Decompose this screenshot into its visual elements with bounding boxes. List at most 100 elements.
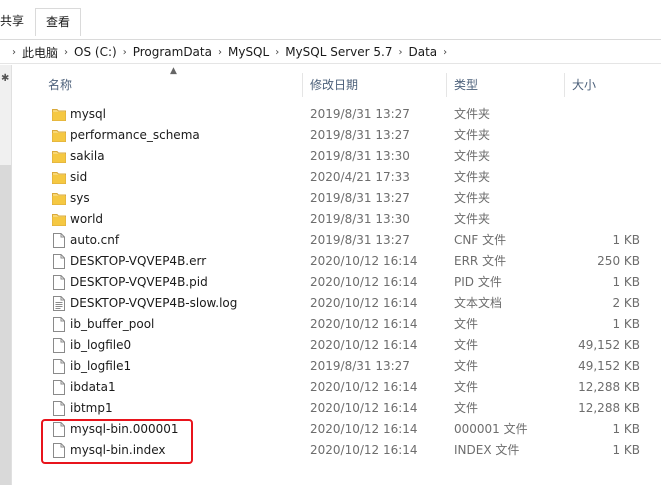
file-type: 文件 bbox=[454, 380, 479, 394]
file-type: 文件夹 bbox=[454, 191, 491, 205]
file-name: world bbox=[70, 212, 104, 226]
file-row[interactable]: DESKTOP-VQVEP4B.err 2020/10/12 16:14 ERR 文… bbox=[40, 251, 661, 272]
file-row[interactable]: ib_logfile0 2020/10/12 16:14 文件 49,152 KB bbox=[40, 335, 661, 356]
file-icon bbox=[52, 233, 66, 248]
breadcrumb-mysql-server[interactable]: MySQL Server 5.7 bbox=[285, 45, 392, 59]
file-size: 49,152 KB bbox=[578, 359, 640, 373]
column-name[interactable]: 名称 bbox=[40, 70, 302, 100]
file-row[interactable]: mysql-bin.index 2020/10/12 16:14 INDEX 文件 1… bbox=[40, 440, 661, 461]
file-row[interactable]: performance_schema 2019/8/31 13:27 文件夹 bbox=[40, 125, 661, 146]
file-row[interactable]: sid 2020/4/21 17:33 文件夹 bbox=[40, 167, 661, 188]
file-row[interactable]: ibdata1 2020/10/12 16:14 文件 12,288 KB bbox=[40, 377, 661, 398]
file-row[interactable]: DESKTOP-VQVEP4B.pid 2020/10/12 16:14 PID 文… bbox=[40, 272, 661, 293]
file-type: 文件夹 bbox=[454, 170, 491, 184]
column-type[interactable]: 类型 bbox=[446, 70, 564, 100]
file-size: 12,288 KB bbox=[578, 380, 640, 394]
file-type: 000001 文件 bbox=[454, 422, 528, 436]
text-file-icon bbox=[52, 296, 66, 311]
file-size: 2 KB bbox=[612, 296, 640, 310]
file-row[interactable]: ib_logfile1 2019/8/31 13:27 文件 49,152 KB bbox=[40, 356, 661, 377]
file-name: DESKTOP-VQVEP4B.pid bbox=[70, 275, 208, 289]
file-modified-date: 2020/10/12 16:14 bbox=[310, 422, 418, 436]
file-modified-date: 2019/8/31 13:27 bbox=[310, 107, 410, 121]
file-icon bbox=[52, 317, 66, 332]
folder-icon bbox=[52, 128, 66, 143]
file-modified-date: 2019/8/31 13:30 bbox=[310, 149, 410, 163]
breadcrumb-this-pc[interactable]: 此电脑 bbox=[22, 44, 58, 61]
file-size: 12,288 KB bbox=[578, 401, 640, 415]
file-name: ibdata1 bbox=[70, 380, 116, 394]
file-modified-date: 2020/10/12 16:14 bbox=[310, 380, 418, 394]
file-icon bbox=[52, 380, 66, 395]
tab-view[interactable]: 查看 bbox=[35, 8, 82, 36]
file-modified-date: 2019/8/31 13:27 bbox=[310, 233, 410, 247]
file-icon bbox=[52, 422, 66, 437]
breadcrumb-programdata[interactable]: ProgramData bbox=[133, 45, 212, 59]
file-name: sid bbox=[70, 170, 88, 184]
breadcrumb-c-drive[interactable]: OS (C:) bbox=[74, 45, 117, 59]
file-modified-date: 2020/10/12 16:14 bbox=[310, 443, 418, 457]
file-name: auto.cnf bbox=[70, 233, 120, 247]
file-row[interactable]: sys 2019/8/31 13:27 文件夹 bbox=[40, 188, 661, 209]
file-modified-date: 2019/8/31 13:30 bbox=[310, 212, 410, 226]
file-name: mysql-bin.index bbox=[70, 443, 166, 457]
file-row[interactable]: sakila 2019/8/31 13:30 文件夹 bbox=[40, 146, 661, 167]
pin-icon[interactable]: ✱ bbox=[1, 73, 9, 84]
folder-icon bbox=[52, 170, 66, 185]
file-row[interactable]: world 2019/8/31 13:30 文件夹 bbox=[40, 209, 661, 230]
column-date[interactable]: 修改日期 bbox=[302, 70, 446, 100]
file-type: 文件 bbox=[454, 338, 479, 352]
folder-icon bbox=[52, 212, 66, 227]
file-modified-date: 2020/10/12 16:14 bbox=[310, 338, 418, 352]
column-header: ▲ 名称 修改日期 类型 大小 bbox=[40, 66, 661, 100]
column-size[interactable]: 大小 bbox=[564, 70, 661, 100]
file-icon bbox=[52, 338, 66, 353]
file-name: ib_buffer_pool bbox=[70, 317, 155, 331]
file-row[interactable]: mysql-bin.000001 2020/10/12 16:14 000001 文… bbox=[40, 419, 661, 440]
file-modified-date: 2019/8/31 13:27 bbox=[310, 359, 410, 373]
file-size: 250 KB bbox=[597, 254, 640, 268]
tab-share[interactable]: 共享 bbox=[0, 8, 34, 36]
file-type: 文件夹 bbox=[454, 107, 491, 121]
breadcrumb-mysql[interactable]: MySQL bbox=[228, 45, 269, 59]
file-name: sys bbox=[70, 191, 90, 205]
ribbon: 共享 查看 bbox=[0, 0, 661, 40]
file-icon bbox=[52, 401, 66, 416]
file-type: 文件 bbox=[454, 359, 479, 373]
file-size: 1 KB bbox=[612, 233, 640, 247]
file-modified-date: 2020/10/12 16:14 bbox=[310, 254, 418, 268]
chevron-right-icon[interactable]: › bbox=[12, 47, 16, 58]
file-icon bbox=[52, 359, 66, 374]
file-row[interactable]: ibtmp1 2020/10/12 16:14 文件 12,288 KB bbox=[40, 398, 661, 419]
file-row[interactable]: ib_buffer_pool 2020/10/12 16:14 文件 1 KB bbox=[40, 314, 661, 335]
file-type: PID 文件 bbox=[454, 275, 502, 289]
file-row[interactable]: DESKTOP-VQVEP4B-slow.log 2020/10/12 16:14… bbox=[40, 293, 661, 314]
chevron-right-icon[interactable]: › bbox=[398, 47, 402, 58]
file-icon bbox=[52, 275, 66, 290]
file-name: mysql bbox=[70, 107, 106, 121]
chevron-right-icon[interactable]: › bbox=[218, 47, 222, 58]
navigation-scrollbar[interactable] bbox=[0, 165, 11, 485]
file-type: 文本文档 bbox=[454, 296, 503, 310]
file-row[interactable]: mysql 2019/8/31 13:27 文件夹 bbox=[40, 104, 661, 125]
file-modified-date: 2020/10/12 16:14 bbox=[310, 275, 418, 289]
file-modified-date: 2020/10/12 16:14 bbox=[310, 296, 418, 310]
chevron-right-icon[interactable]: › bbox=[64, 47, 68, 58]
chevron-right-icon[interactable]: › bbox=[275, 47, 279, 58]
folder-icon bbox=[52, 191, 66, 206]
file-size: 1 KB bbox=[612, 317, 640, 331]
file-row[interactable]: auto.cnf 2019/8/31 13:27 CNF 文件 1 KB bbox=[40, 230, 661, 251]
file-type: 文件 bbox=[454, 401, 479, 415]
address-bar[interactable]: › 此电脑 › OS (C:) › ProgramData › MySQL › … bbox=[0, 40, 661, 64]
file-name: DESKTOP-VQVEP4B.err bbox=[70, 254, 207, 268]
file-type: 文件夹 bbox=[454, 128, 491, 142]
file-name: ib_logfile1 bbox=[70, 359, 132, 373]
chevron-right-icon[interactable]: › bbox=[443, 47, 447, 58]
navigation-pane[interactable]: ✱ bbox=[0, 65, 12, 485]
chevron-right-icon[interactable]: › bbox=[123, 47, 127, 58]
breadcrumb-data[interactable]: Data bbox=[408, 45, 437, 59]
file-name: DESKTOP-VQVEP4B-slow.log bbox=[70, 296, 238, 310]
file-modified-date: 2019/8/31 13:27 bbox=[310, 128, 410, 142]
file-size: 1 KB bbox=[612, 443, 640, 457]
file-name: performance_schema bbox=[70, 128, 200, 142]
